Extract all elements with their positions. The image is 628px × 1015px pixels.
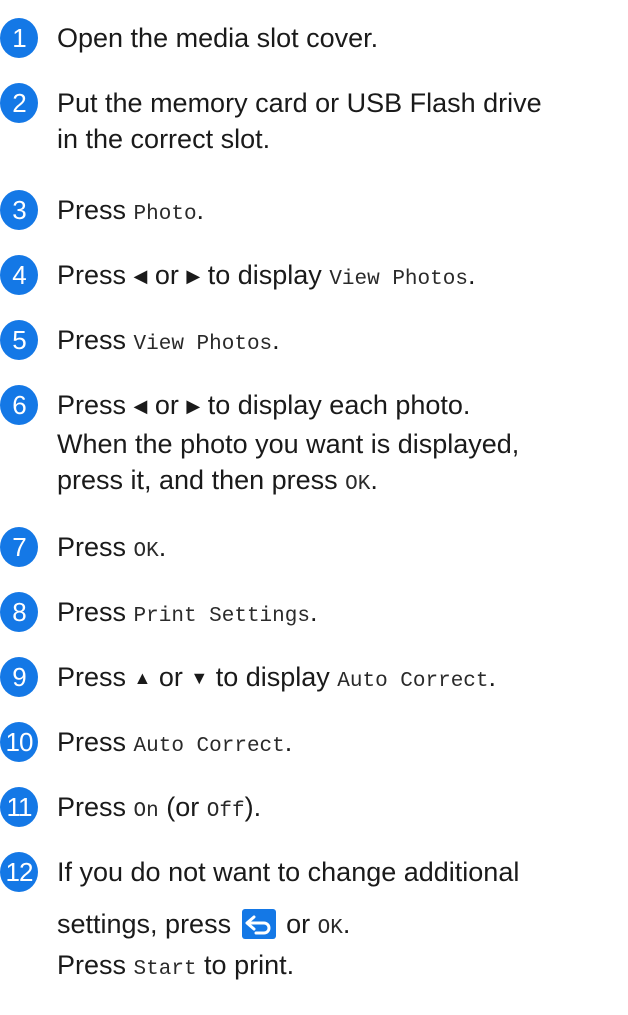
step-line: in the correct slot. <box>57 124 271 154</box>
step-text-part: Press <box>57 325 134 355</box>
right-arrow-icon: ▶ <box>186 266 201 286</box>
left-arrow-icon: ◀ <box>133 266 148 286</box>
lcd-button-name: OK <box>133 540 159 563</box>
lcd-button-name: OK <box>345 473 371 496</box>
step-line: Press ◀ or ▶ to display each photo. <box>57 387 628 426</box>
step-text: Open the media slot cover. <box>57 20 628 56</box>
lcd-button-name: Auto Correct <box>337 670 489 693</box>
step-text-part: or <box>147 260 187 290</box>
step-number-badge: 2 <box>0 83 38 123</box>
step-text-part: Press <box>57 727 134 757</box>
step-text: Press ◀ or ▶ to display each photo. When… <box>57 387 628 503</box>
step-line: When the photo you want is displayed, <box>57 429 520 459</box>
step-text: Press ◀ or ▶ to display View Photos. <box>57 257 628 298</box>
step-text: Press OK. <box>57 529 628 570</box>
lcd-button-name: Auto Correct <box>133 735 285 758</box>
step-number-badge: 9 <box>0 657 38 697</box>
step-number-badge: 11 <box>0 787 38 827</box>
step-text: Press Photo. <box>57 192 628 233</box>
lcd-button-name: View Photos <box>133 333 273 356</box>
step-text-part: or <box>147 390 187 420</box>
step-line: press it, and then press OK. <box>57 462 628 503</box>
lcd-button-name: OK <box>317 917 343 940</box>
step-number-badge: 8 <box>0 592 38 632</box>
step-text-part: Press <box>57 950 134 980</box>
step-text-part: . <box>272 325 280 355</box>
step-line: Open the media slot cover. <box>57 23 379 53</box>
step-text-part: Press <box>57 792 134 822</box>
step-text-part: to print. <box>196 950 295 980</box>
step-text: Press Auto Correct. <box>57 724 628 765</box>
step-text-part: Press <box>57 390 134 420</box>
step-text-part: Press <box>57 260 134 290</box>
right-arrow-icon: ▶ <box>186 396 201 416</box>
step-text: Press Print Settings. <box>57 594 628 635</box>
step-number-badge: 3 <box>0 190 38 230</box>
step-text-part: . <box>309 597 318 627</box>
step-text-part: . <box>196 195 205 225</box>
step-text: If you do not want to change additional … <box>57 854 628 988</box>
step-text-part: . <box>342 909 351 939</box>
lcd-button-name: View Photos <box>329 268 468 291</box>
step-text-part: Press <box>57 662 134 692</box>
step-text-part: . <box>158 532 167 562</box>
step-text: Press View Photos. <box>57 322 628 363</box>
step-text-part: Press <box>57 597 134 627</box>
step-text: Press On (or Off). <box>57 789 628 830</box>
step-number-badge: 7 <box>0 527 38 567</box>
left-arrow-icon: ◀ <box>133 396 148 416</box>
step-number-badge: 10 <box>0 722 38 762</box>
lcd-button-name: Start <box>133 958 197 981</box>
step-text-part: . <box>284 727 293 757</box>
step-text-part: Press <box>57 532 134 562</box>
back-arrow-icon <box>241 909 276 939</box>
step-line: If you do not want to change additional <box>57 857 520 887</box>
step-text-part: ). <box>244 792 262 822</box>
down-arrow-icon: ▼ <box>190 668 209 688</box>
step-text: Put the memory card or USB Flash drive i… <box>57 85 628 157</box>
lcd-button-name: Off <box>206 800 245 823</box>
step-text-part: or <box>278 909 318 939</box>
step-text-part: settings, press <box>57 909 239 939</box>
lcd-button-name: Photo <box>133 203 197 226</box>
step-text-part: to display <box>208 662 338 692</box>
step-text: Press ▲ or ▼ to display Auto Correct. <box>57 659 628 700</box>
step-number-badge: 5 <box>0 320 38 360</box>
step-text-part: to display each photo. <box>200 390 471 420</box>
step-number-badge: 4 <box>0 255 38 295</box>
step-text-part: Press <box>57 195 134 225</box>
step-text-part: (or <box>158 792 207 822</box>
lcd-button-name: Print Settings <box>133 605 310 628</box>
step-line: Put the memory card or USB Flash drive <box>57 88 542 118</box>
step-text-part: or <box>151 662 191 692</box>
step-number-badge: 6 <box>0 385 38 425</box>
step-text-part: . <box>488 662 497 692</box>
step-number-badge: 1 <box>0 18 38 58</box>
lcd-button-name: On <box>133 800 159 823</box>
step-text-part: . <box>370 465 378 495</box>
up-arrow-icon: ▲ <box>133 668 152 688</box>
step-number-badge: 12 <box>0 852 38 892</box>
step-text-part: to display <box>200 260 330 290</box>
step-line: Press Start to print. <box>57 947 628 988</box>
step-text-part: press it, and then press <box>57 465 346 495</box>
step-line: settings, press or OK. <box>57 906 628 947</box>
step-text-part: . <box>467 260 476 290</box>
